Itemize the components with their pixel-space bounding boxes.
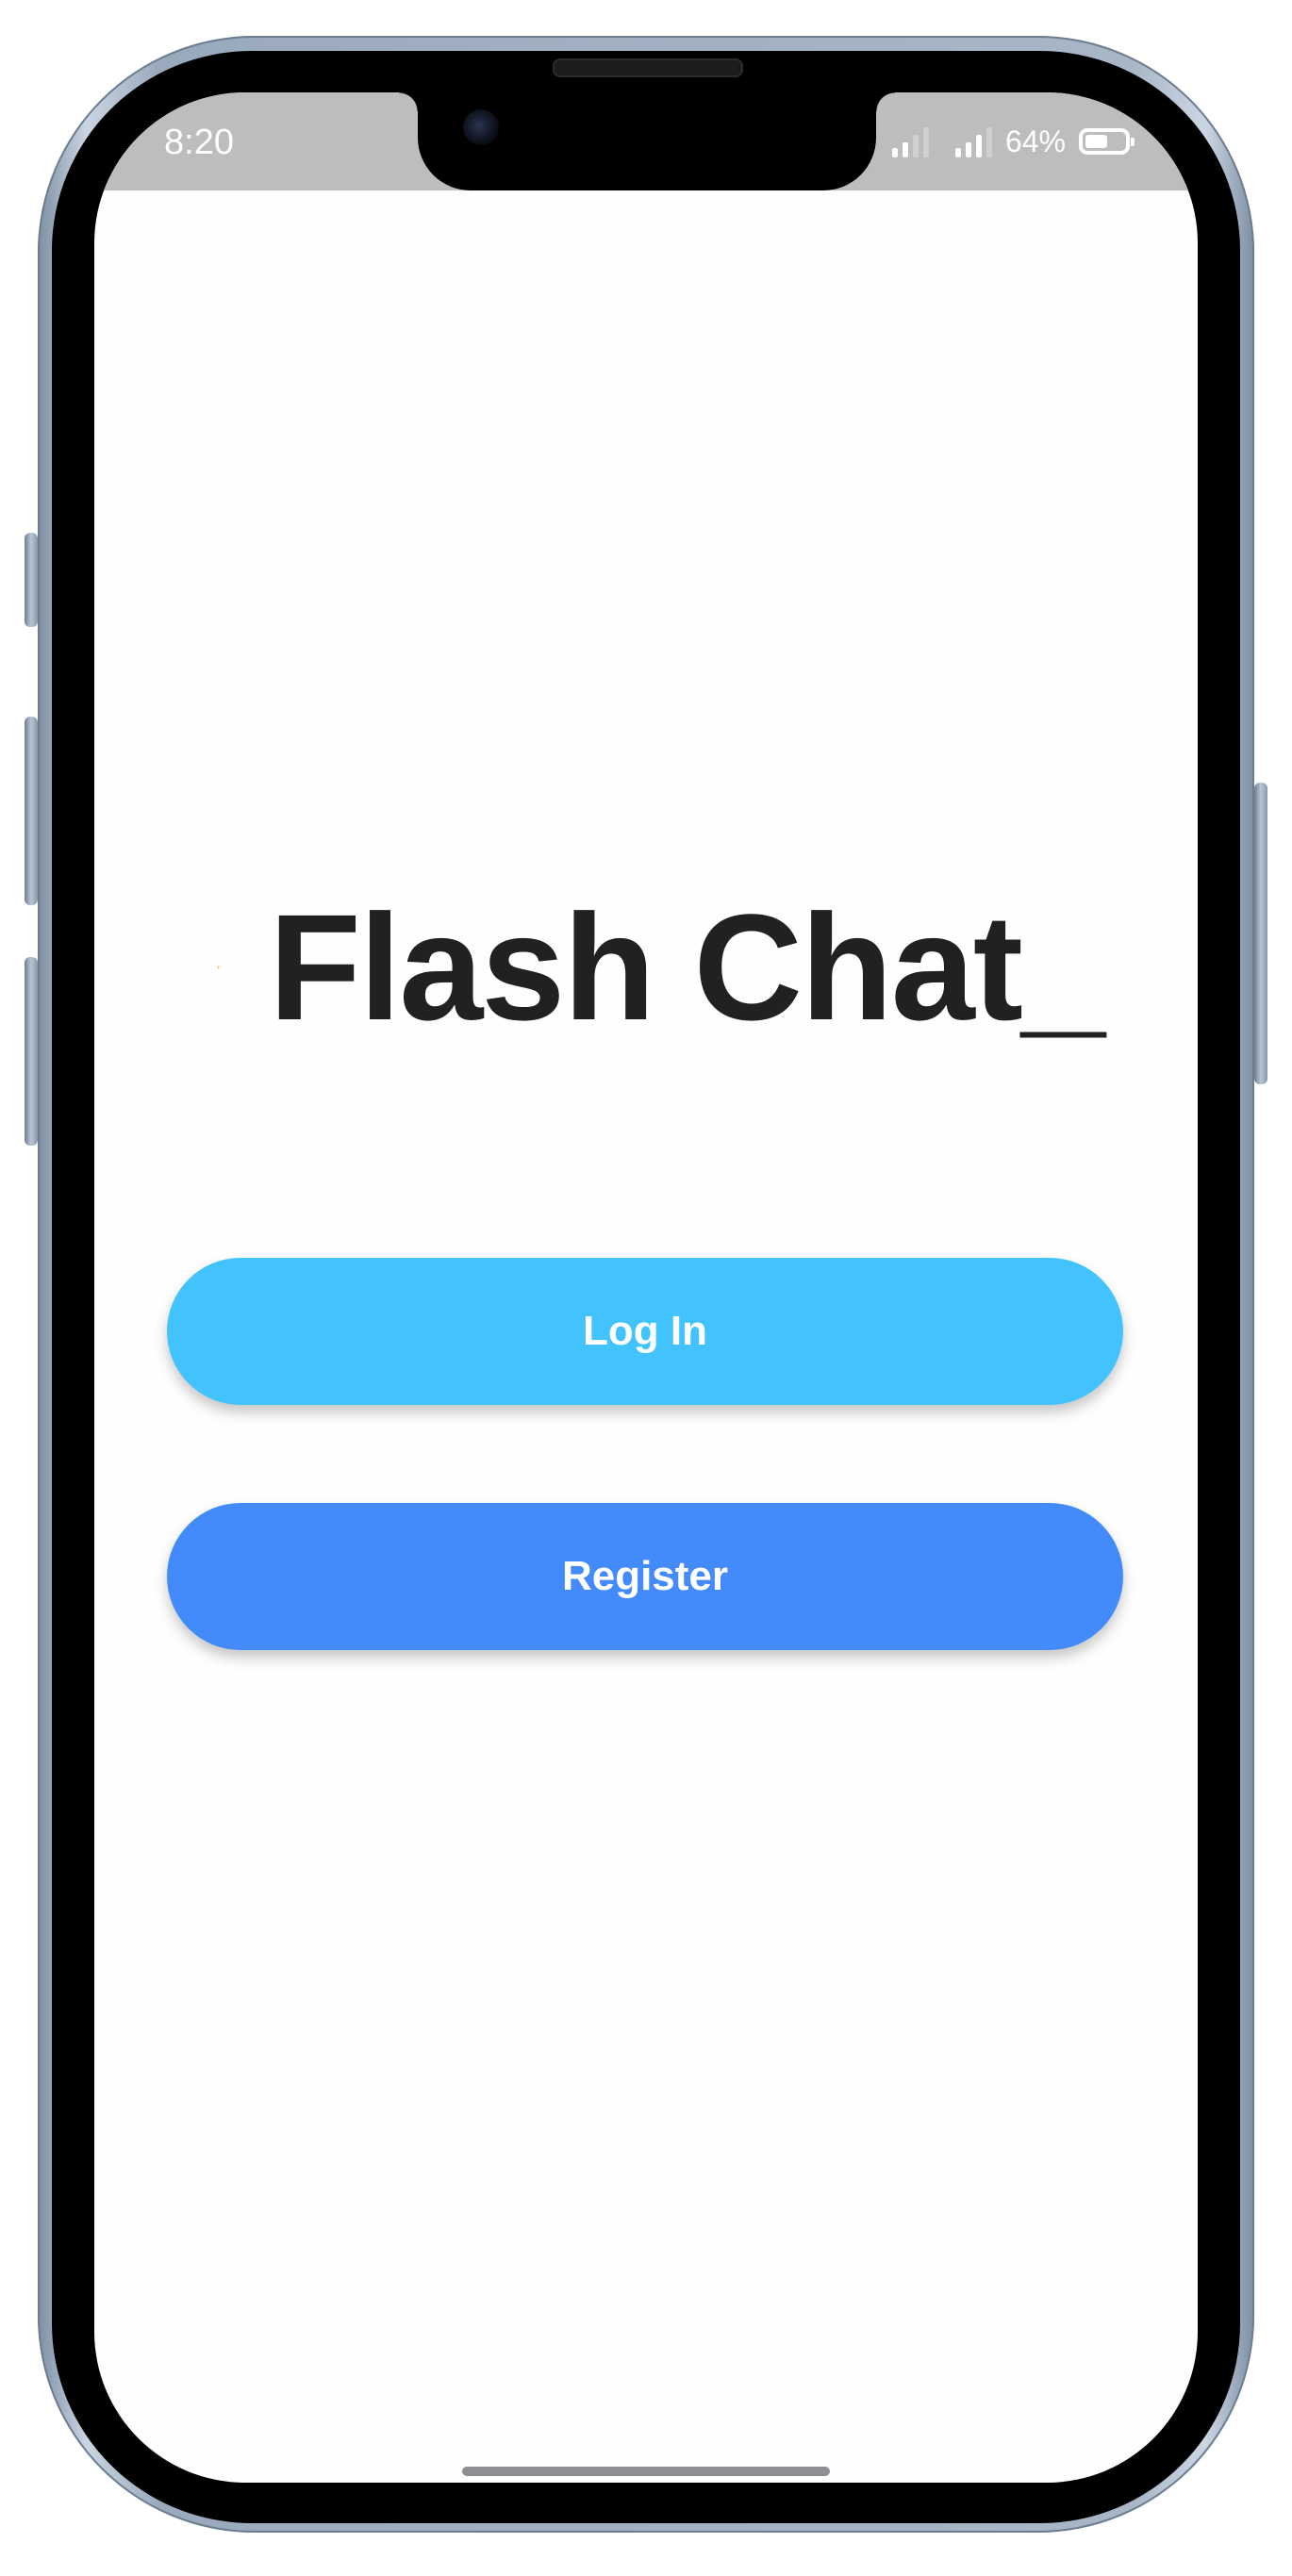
login-button[interactable]: Log In	[167, 1258, 1123, 1405]
lightning-bolt-icon	[217, 965, 221, 970]
signal-strength-icon-1	[891, 125, 929, 157]
battery-level-fill	[1085, 135, 1107, 148]
earpiece-speaker	[553, 58, 743, 77]
register-button[interactable]: Register	[167, 1503, 1123, 1650]
register-button-label: Register	[561, 1553, 729, 1599]
login-button-label: Log In	[583, 1308, 707, 1354]
status-time: 8:20	[164, 123, 234, 162]
front-camera	[463, 109, 499, 145]
app-screen: 8:20 c 64%	[94, 92, 1198, 2483]
mute-switch	[25, 533, 38, 627]
home-indicator[interactable]	[462, 2467, 830, 2476]
signal-strength-icon-2	[954, 125, 992, 157]
status-icons: c 64%	[862, 121, 1135, 162]
device-mockup: 8:20 c 64%	[0, 0, 1292, 2576]
app-brand: Flash Chat_	[217, 883, 1105, 1052]
battery-percentage: 64%	[1004, 124, 1066, 158]
volume-down-button	[25, 957, 38, 1146]
volume-up-button	[25, 717, 38, 905]
battery-icon	[1079, 128, 1135, 155]
app-title: Flash Chat_	[269, 883, 1105, 1051]
power-button	[1254, 783, 1267, 1084]
